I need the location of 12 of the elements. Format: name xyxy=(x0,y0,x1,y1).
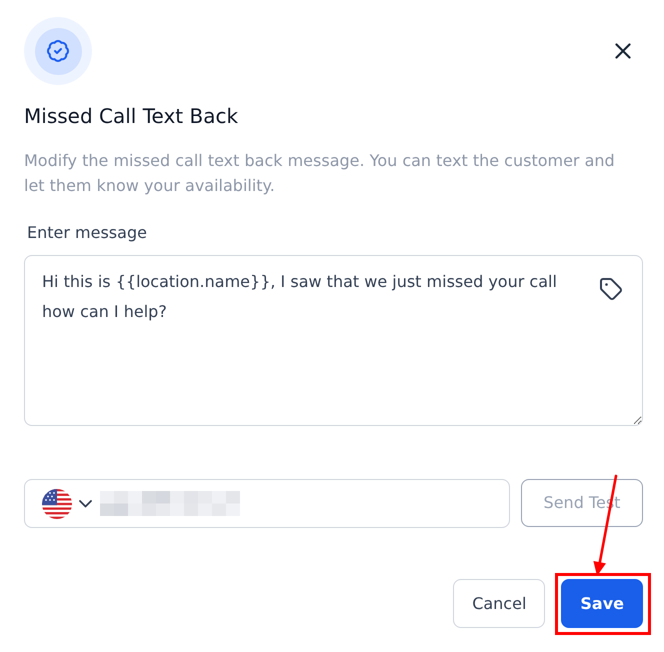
dialog-title: Missed Call Text Back xyxy=(24,103,240,130)
flag-icon[interactable] xyxy=(42,488,72,518)
dialog-description: Modify the missed call text back message. You can text the customer and let them know your availability. xyxy=(24,150,616,197)
secondary-button[interactable]: Cancel xyxy=(453,579,546,628)
message-field[interactable]: Hi this is {{location.name}}, I saw that we just missed your call how can I help? xyxy=(24,255,643,426)
field-label: Enter message xyxy=(26,222,148,244)
chevron-down-icon[interactable] xyxy=(79,500,92,508)
phone-number-field[interactable] xyxy=(24,479,510,528)
tag-icon[interactable] xyxy=(599,277,623,301)
close-icon xyxy=(615,43,631,59)
close-button[interactable] xyxy=(615,43,631,59)
primary-button[interactable]: Save xyxy=(561,579,643,628)
